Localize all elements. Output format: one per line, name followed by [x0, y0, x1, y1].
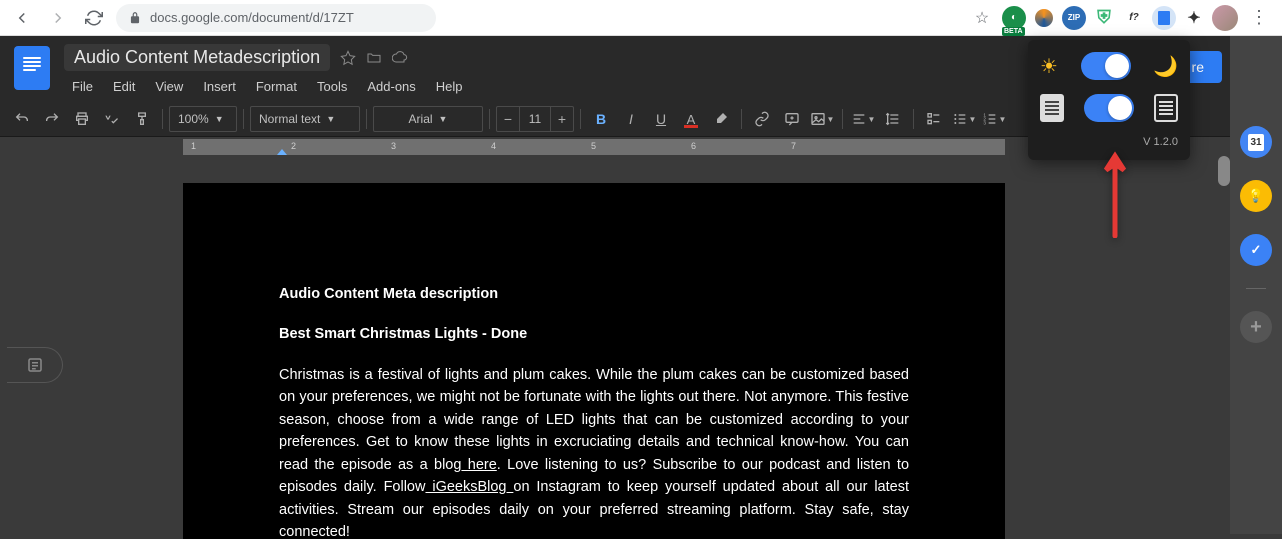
add-addon-button[interactable]: + — [1240, 311, 1272, 343]
numbered-list-button[interactable]: 123▼ — [980, 106, 1008, 132]
font-size-increase[interactable]: + — [551, 107, 573, 131]
menu-edit[interactable]: Edit — [105, 75, 143, 98]
vertical-scrollbar[interactable] — [1218, 156, 1230, 186]
browser-menu-icon[interactable]: ⋮ — [1244, 7, 1274, 28]
forward-button[interactable] — [44, 4, 72, 32]
document-page[interactable]: Audio Content Meta description Best Smar… — [183, 183, 1005, 539]
checklist-button[interactable] — [920, 106, 948, 132]
line-spacing-button[interactable] — [879, 106, 907, 132]
format-paint-button[interactable] — [128, 106, 156, 132]
undo-button[interactable] — [8, 106, 36, 132]
doc-body: Christmas is a festival of lights and pl… — [279, 364, 909, 539]
docs-logo[interactable] — [14, 46, 50, 90]
reload-button[interactable] — [80, 4, 108, 32]
print-button[interactable] — [68, 106, 96, 132]
italic-button[interactable]: I — [617, 106, 645, 132]
menu-addons[interactable]: Add-ons — [359, 75, 423, 98]
document-canvas: Audio Content Meta description Best Smar… — [0, 159, 1282, 539]
document-title[interactable]: Audio Content Metadescription — [64, 44, 330, 71]
link-igeeksblog[interactable]: iGeeksBlog — [425, 479, 513, 495]
extension-version: V 1.2.0 — [1040, 136, 1178, 148]
image-button[interactable]: ▼ — [808, 106, 836, 132]
menu-format[interactable]: Format — [248, 75, 305, 98]
outline-toggle[interactable] — [7, 347, 63, 383]
menu-file[interactable]: File — [64, 75, 101, 98]
font-size-decrease[interactable]: − — [497, 107, 519, 131]
keep-icon[interactable]: 💡 — [1240, 180, 1272, 212]
extension-popup: ☀ 🌙 V 1.2.0 — [1028, 40, 1190, 160]
spellcheck-button[interactable] — [98, 106, 126, 132]
lock-icon — [128, 11, 142, 25]
underline-button[interactable]: U — [647, 106, 675, 132]
font-size-value[interactable]: 11 — [519, 107, 551, 131]
comment-button[interactable] — [778, 106, 806, 132]
extension-icon-3[interactable]: ZIP — [1062, 6, 1086, 30]
menu-view[interactable]: View — [147, 75, 191, 98]
doc-heading-2: Best Smart Christmas Lights - Done — [279, 323, 909, 345]
sun-icon: ☀ — [1040, 54, 1058, 79]
doc-heading-1: Audio Content Meta description — [279, 283, 909, 305]
browser-profile-avatar[interactable] — [1212, 5, 1238, 31]
menu-insert[interactable]: Insert — [195, 75, 244, 98]
menu-help[interactable]: Help — [428, 75, 471, 98]
side-panel: 31 💡 ✓ + — [1230, 36, 1282, 534]
calendar-icon[interactable]: 31 — [1240, 126, 1272, 158]
move-icon[interactable] — [366, 50, 382, 66]
star-icon[interactable] — [340, 50, 356, 66]
extension-icon-1[interactable]: ◐BETA — [1002, 6, 1026, 30]
link-button[interactable] — [748, 106, 776, 132]
extension-icon-6[interactable] — [1152, 6, 1176, 30]
svg-text:3: 3 — [983, 120, 986, 125]
extension-icon-2[interactable] — [1032, 6, 1056, 30]
url-bar[interactable]: docs.google.com/document/d/17ZT — [116, 4, 436, 32]
bold-button[interactable]: B — [587, 106, 615, 132]
highlight-button[interactable] — [707, 106, 735, 132]
browser-chrome: docs.google.com/document/d/17ZT ☆ ◐BETA … — [0, 0, 1282, 36]
dark-page-icon — [1154, 94, 1178, 122]
tasks-icon[interactable]: ✓ — [1240, 234, 1272, 266]
menu-bar: File Edit View Insert Format Tools Add-o… — [64, 75, 1160, 98]
extensions-menu-icon[interactable]: ✦ — [1182, 6, 1206, 30]
paragraph-style-select[interactable]: Normal text▼ — [250, 106, 360, 132]
bullet-list-button[interactable]: ▼ — [950, 106, 978, 132]
text-color-button[interactable]: A — [677, 106, 705, 132]
url-text: docs.google.com/document/d/17ZT — [150, 10, 354, 25]
cloud-icon[interactable] — [392, 50, 408, 66]
redo-button[interactable] — [38, 106, 66, 132]
page-mode-toggle[interactable] — [1084, 94, 1134, 122]
dark-mode-toggle[interactable] — [1081, 52, 1131, 80]
align-button[interactable]: ▼ — [849, 106, 877, 132]
moon-icon: 🌙 — [1153, 54, 1178, 79]
bookmark-star-icon[interactable]: ☆ — [968, 4, 996, 32]
font-size-control: − 11 + — [496, 106, 574, 132]
annotation-arrow — [1100, 148, 1130, 243]
back-button[interactable] — [8, 4, 36, 32]
light-page-icon — [1040, 94, 1064, 122]
link-here[interactable]: here — [461, 457, 496, 473]
font-select[interactable]: Arial▼ — [373, 106, 483, 132]
extension-icon-4[interactable]: ⛨ — [1092, 6, 1116, 30]
menu-tools[interactable]: Tools — [309, 75, 355, 98]
extension-icon-5[interactable]: f? — [1122, 6, 1146, 30]
zoom-select[interactable]: 100%▼ — [169, 106, 237, 132]
